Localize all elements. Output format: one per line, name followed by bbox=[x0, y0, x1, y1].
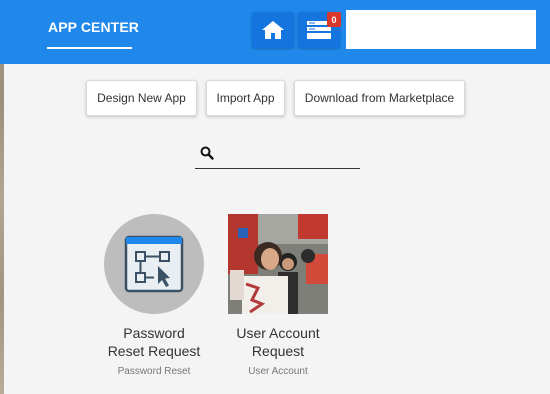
app-title: User Account Request bbox=[236, 325, 320, 359]
top-bar: APP CENTER 0 bbox=[0, 0, 550, 64]
app-thumbnail bbox=[104, 214, 204, 314]
home-icon bbox=[262, 21, 284, 39]
app-card-user-account[interactable]: User Account Request User Account bbox=[208, 214, 348, 377]
photo-thumbnail bbox=[228, 214, 328, 314]
app-title: Password Reset Request bbox=[107, 325, 201, 359]
design-new-app-button[interactable]: Design New App bbox=[86, 80, 197, 116]
search-icon bbox=[200, 146, 214, 160]
notifications-button[interactable]: 0 bbox=[298, 12, 341, 48]
home-button[interactable] bbox=[252, 12, 294, 48]
user-area[interactable] bbox=[346, 10, 536, 49]
app-card-password-reset[interactable]: Password Reset Request Password Reset bbox=[84, 214, 224, 377]
download-marketplace-button[interactable]: Download from Marketplace bbox=[294, 80, 465, 116]
workflow-icon bbox=[124, 235, 184, 293]
app-category: Password Reset bbox=[117, 366, 191, 377]
app-thumbnail-photo bbox=[228, 214, 328, 314]
search-input[interactable] bbox=[219, 142, 358, 166]
notification-badge: 0 bbox=[327, 12, 341, 27]
active-tab-underline bbox=[47, 47, 132, 49]
app-center-tab[interactable]: APP CENTER bbox=[48, 19, 139, 35]
app-category: User Account bbox=[248, 366, 308, 377]
search-field bbox=[195, 140, 360, 169]
import-app-button[interactable]: Import App bbox=[206, 80, 285, 116]
